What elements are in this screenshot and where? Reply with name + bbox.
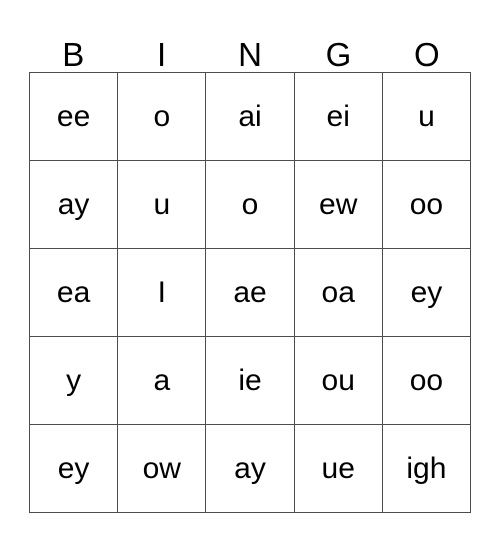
bingo-cell-b2[interactable]: ay bbox=[30, 161, 119, 249]
bingo-header-letter-o: O bbox=[413, 36, 440, 73]
bingo-header-letter-b: B bbox=[62, 36, 85, 73]
bingo-row-5: ey ow ay ue igh bbox=[30, 425, 472, 513]
bingo-cell-n4[interactable]: ie bbox=[206, 337, 295, 425]
bingo-cell-b3[interactable]: ea bbox=[30, 249, 119, 337]
bingo-cell-b4[interactable]: y bbox=[30, 337, 119, 425]
bingo-cell-i5[interactable]: ow bbox=[118, 425, 207, 513]
bingo-cell-b1[interactable]: ee bbox=[30, 73, 119, 161]
bingo-card: B I N G O ee o ai ei u ay u o ew oo ea I… bbox=[29, 28, 472, 513]
bingo-row-1: ee o ai ei u bbox=[30, 73, 472, 161]
bingo-row-2: ay u o ew oo bbox=[30, 161, 472, 249]
bingo-cell-o3[interactable]: ey bbox=[382, 249, 472, 337]
bingo-header-letter-i: I bbox=[157, 36, 167, 73]
bingo-cell-g3[interactable]: oa bbox=[294, 249, 383, 337]
bingo-cell-n5[interactable]: ay bbox=[206, 425, 295, 513]
bingo-cell-g2[interactable]: ew bbox=[294, 161, 383, 249]
bingo-row-3: ea I ae oa ey bbox=[30, 249, 472, 337]
bingo-cell-i4[interactable]: a bbox=[118, 337, 207, 425]
bingo-cell-n1[interactable]: ai bbox=[206, 73, 295, 161]
bingo-cell-o5[interactable]: igh bbox=[382, 425, 472, 513]
bingo-row-4: y a ie ou oo bbox=[30, 337, 472, 425]
bingo-cell-i2[interactable]: u bbox=[118, 161, 207, 249]
bingo-cell-g4[interactable]: ou bbox=[294, 337, 383, 425]
bingo-cell-i3[interactable]: I bbox=[118, 249, 207, 337]
bingo-cell-n3[interactable]: ae bbox=[206, 249, 295, 337]
bingo-cell-g5[interactable]: ue bbox=[294, 425, 383, 513]
bingo-cell-g1[interactable]: ei bbox=[294, 73, 383, 161]
bingo-cell-i1[interactable]: o bbox=[118, 73, 207, 161]
bingo-cell-b5[interactable]: ey bbox=[30, 425, 119, 513]
bingo-cell-o1[interactable]: u bbox=[382, 73, 472, 161]
bingo-header-letter-g: G bbox=[325, 36, 352, 73]
bingo-header-letter-n: N bbox=[238, 36, 262, 73]
bingo-cell-o4[interactable]: oo bbox=[382, 337, 472, 425]
bingo-cell-n2[interactable]: o bbox=[206, 161, 295, 249]
bingo-header-row: B I N G O bbox=[29, 28, 471, 72]
bingo-grid: ee o ai ei u ay u o ew oo ea I ae oa ey … bbox=[29, 72, 472, 513]
bingo-cell-o2[interactable]: oo bbox=[382, 161, 472, 249]
